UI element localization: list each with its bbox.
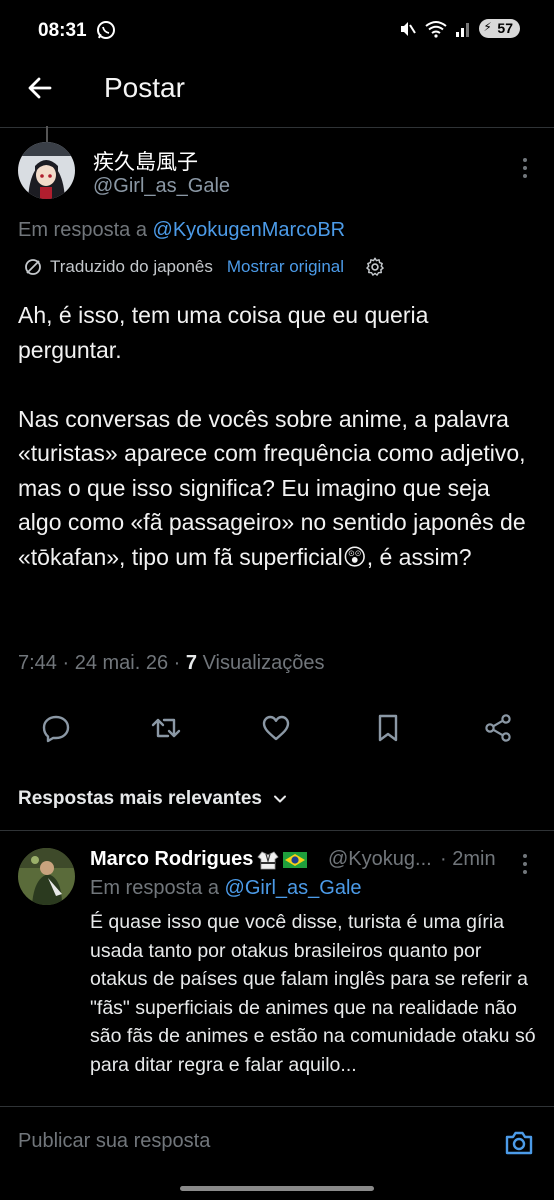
back-arrow-icon[interactable] bbox=[24, 72, 56, 104]
reply-reply-to-handle-link[interactable]: @Girl_as_Gale bbox=[225, 877, 362, 899]
reply-display-name[interactable]: Marco Rodrigues bbox=[90, 848, 308, 871]
reply-more-options-icon[interactable] bbox=[518, 852, 532, 876]
reply-composer-input[interactable]: Publicar sua resposta bbox=[18, 1130, 210, 1153]
composer-divider bbox=[0, 1106, 554, 1107]
display-name[interactable]: 疾久島風子 bbox=[93, 146, 198, 176]
gi-uniform-icon bbox=[257, 850, 279, 869]
signal-icon bbox=[456, 22, 470, 37]
handle[interactable]: @Girl_as_Gale bbox=[93, 175, 230, 198]
thread-line bbox=[46, 126, 48, 142]
reply-to-prefix: Em resposta a bbox=[18, 219, 147, 241]
avatar[interactable] bbox=[18, 142, 75, 199]
tweet-meta: 7:44 · 24 mai. 26 · 7 Visualizações bbox=[18, 652, 325, 675]
status-icons: ⚡ 57 bbox=[399, 19, 520, 38]
like-icon[interactable] bbox=[260, 712, 292, 744]
whatsapp-icon bbox=[97, 21, 115, 39]
wifi-icon bbox=[425, 20, 448, 38]
page-title: Postar bbox=[104, 72, 185, 103]
reply-text: É quase isso que você disse, turista é u… bbox=[90, 911, 536, 1076]
retweet-icon[interactable] bbox=[150, 712, 182, 744]
bookmark-icon[interactable] bbox=[372, 712, 404, 744]
reply-reply-to-prefix: Em resposta a bbox=[90, 877, 219, 899]
battery-level: 57 bbox=[497, 20, 513, 36]
status-time: 08:31 bbox=[38, 20, 87, 41]
tweet-text: Ah, é isso, tem uma coisa que eu queria … bbox=[18, 302, 526, 570]
replies-sort-dropdown[interactable]: Respostas mais relevantes bbox=[18, 788, 288, 810]
replies-sort-label: Respostas mais relevantes bbox=[18, 788, 262, 809]
translate-icon bbox=[25, 259, 41, 275]
share-icon[interactable] bbox=[482, 712, 514, 744]
mute-icon bbox=[401, 21, 417, 36]
reply-icon[interactable] bbox=[40, 712, 72, 744]
reply-handle[interactable]: @Kyokug... bbox=[328, 848, 432, 871]
reply-display-name-text: Marco Rodrigues bbox=[90, 848, 254, 870]
brazil-flag-icon bbox=[283, 851, 308, 868]
reply-to-handle-link[interactable]: @KyokugenMarcoBR bbox=[153, 219, 346, 241]
more-options-icon[interactable] bbox=[518, 156, 532, 180]
reply-reply-context: Em resposta a @Girl_as_Gale bbox=[90, 877, 362, 900]
battery-icon: ⚡ 57 bbox=[479, 19, 520, 38]
reply-time: · 2min bbox=[440, 848, 496, 870]
translation-bar: Traduzido do japonês Mostrar original bbox=[24, 256, 386, 278]
tweet-timestamp[interactable]: 7:44 · 24 mai. 26 · bbox=[18, 652, 180, 674]
action-bar bbox=[0, 712, 554, 752]
header-divider bbox=[0, 127, 554, 128]
views-count: 7 bbox=[185, 652, 197, 674]
chevron-down-icon bbox=[273, 795, 286, 803]
reply-context: Em resposta a @KyokugenMarcoBR bbox=[18, 219, 345, 242]
views-label: Visualizações bbox=[202, 652, 325, 674]
camera-icon[interactable] bbox=[504, 1128, 534, 1158]
reply-avatar[interactable] bbox=[18, 848, 75, 905]
gear-icon[interactable] bbox=[364, 256, 386, 278]
replies-divider bbox=[0, 830, 554, 831]
show-original-link[interactable]: Mostrar original bbox=[227, 257, 344, 277]
home-indicator[interactable] bbox=[180, 1186, 374, 1191]
translated-label: Traduzido do japonês bbox=[50, 257, 213, 276]
